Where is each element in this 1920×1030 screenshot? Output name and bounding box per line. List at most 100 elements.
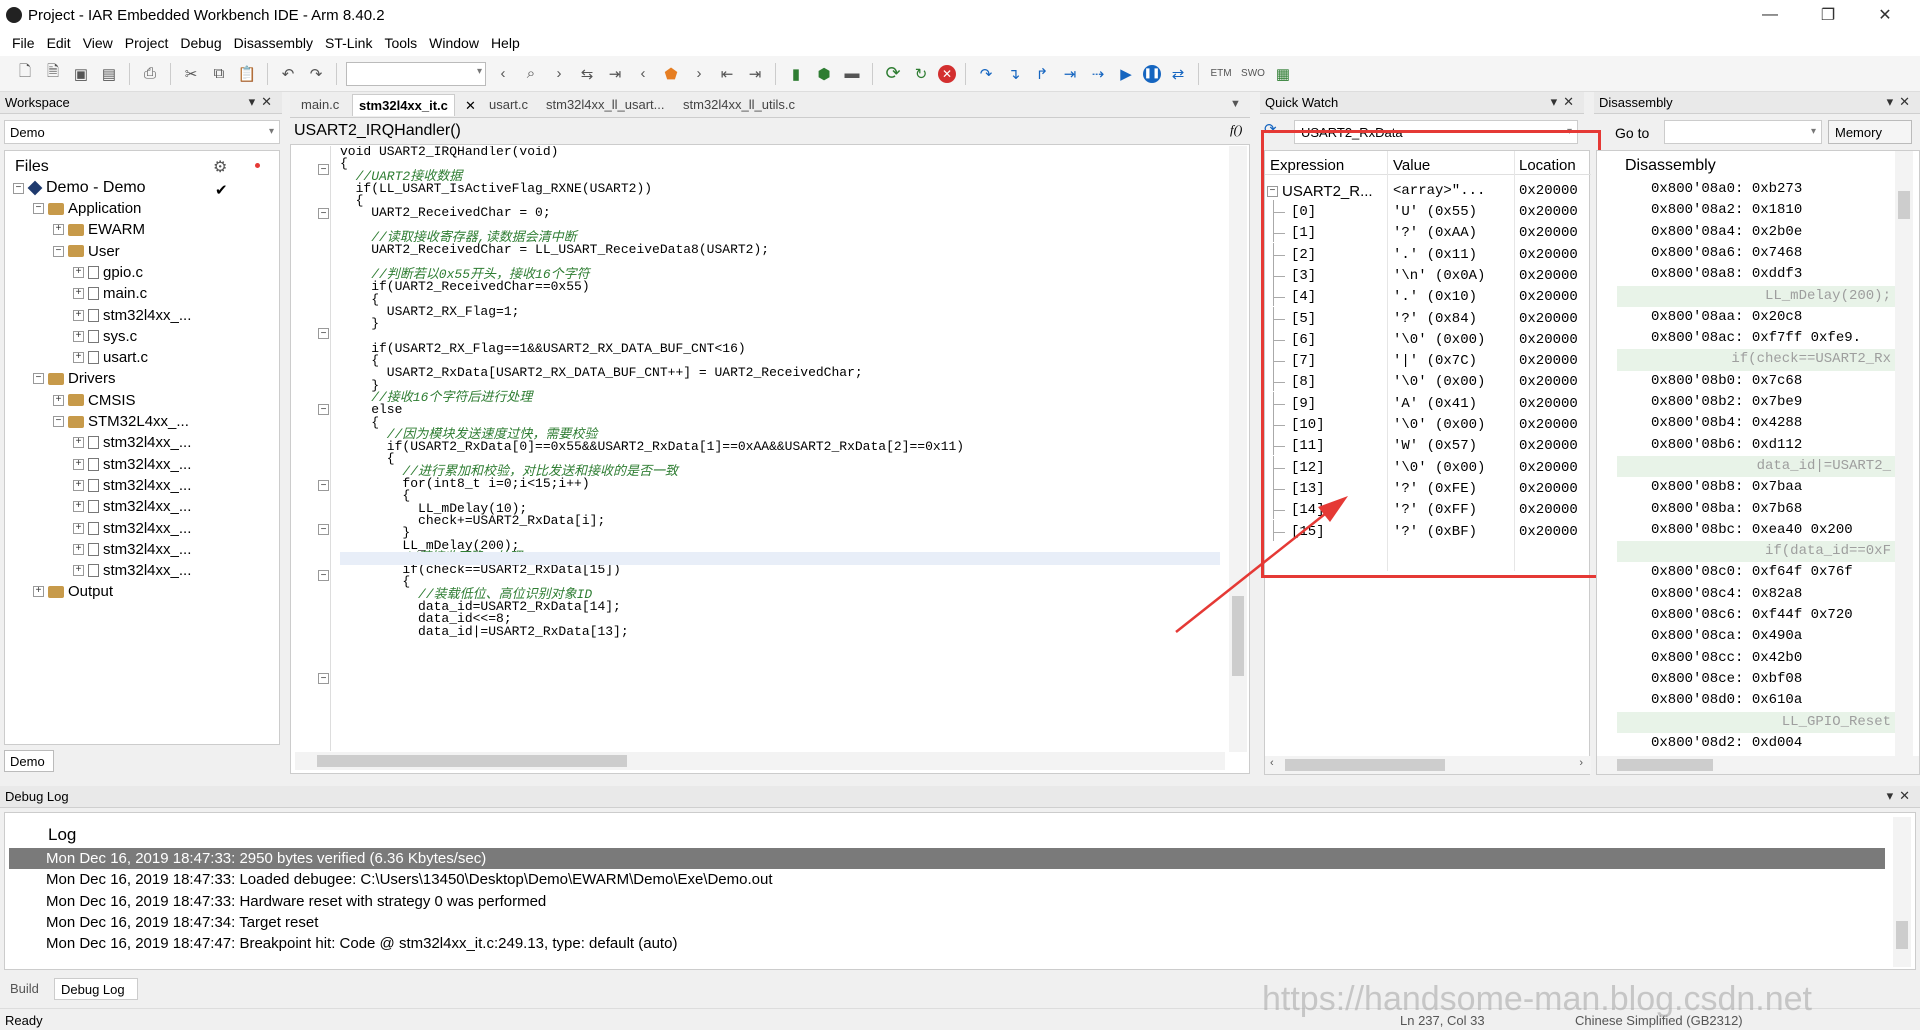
fold-toggle[interactable]: − bbox=[318, 164, 329, 175]
replace-icon[interactable]: ⇆ bbox=[576, 63, 598, 85]
expand-toggle-icon[interactable]: + bbox=[73, 330, 84, 342]
log-line[interactable]: Mon Dec 16, 2019 18:47:47: Breakpoint hi… bbox=[9, 933, 1885, 954]
tree-item[interactable]: + stm32l4xx_... bbox=[73, 498, 191, 515]
stop-build-icon[interactable]: ▬ bbox=[841, 63, 863, 85]
disassembly-row[interactable]: 0x800'08ca: 0x490a bbox=[1617, 626, 1895, 647]
close-button[interactable]: ✕ bbox=[1862, 0, 1908, 30]
expand-toggle-icon[interactable]: + bbox=[73, 309, 84, 321]
expand-toggle-icon[interactable]: + bbox=[73, 565, 84, 577]
editor-vscroll[interactable] bbox=[1229, 146, 1247, 752]
redo-icon[interactable]: ↷ bbox=[305, 63, 327, 85]
expand-toggle-icon[interactable]: + bbox=[33, 586, 44, 598]
expand-toggle-icon[interactable]: + bbox=[73, 437, 84, 449]
expand-toggle-icon[interactable]: − bbox=[33, 373, 44, 385]
tree-item[interactable]: + stm32l4xx_... bbox=[73, 477, 191, 494]
disassembly-row[interactable]: 0x800'08ac: 0xf7ff 0xfe9. bbox=[1617, 328, 1895, 349]
disassembly-row[interactable]: 0x800'08a0: 0xb273 bbox=[1617, 179, 1895, 200]
menu-file[interactable]: File bbox=[12, 35, 35, 51]
disassembly-row[interactable]: 0x800'08c0: 0xf64f 0x76f bbox=[1617, 562, 1895, 583]
tab-list-icon[interactable]: ▼ bbox=[1230, 98, 1241, 110]
log-line[interactable]: Mon Dec 16, 2019 18:47:34: Target reset bbox=[9, 912, 1885, 933]
print-icon[interactable]: ⎙ bbox=[139, 63, 161, 85]
expand-toggle-icon[interactable]: + bbox=[73, 479, 84, 491]
log-line[interactable]: Mon Dec 16, 2019 18:47:33: Loaded debuge… bbox=[9, 869, 1885, 890]
reset-target-icon[interactable]: ⇄ bbox=[1167, 63, 1189, 85]
minimize-button[interactable]: — bbox=[1747, 0, 1793, 30]
tab-usart-c[interactable]: usart.c bbox=[483, 94, 534, 116]
memory-button[interactable]: Memory bbox=[1828, 120, 1912, 144]
tree-root[interactable]: − Demo - Demo bbox=[13, 179, 146, 197]
workspace-tab[interactable]: Demo bbox=[4, 750, 54, 772]
tree-item[interactable]: − STM32L4xx_... bbox=[53, 413, 189, 430]
step-over-icon[interactable]: ↷ bbox=[975, 63, 997, 85]
tree-item[interactable]: + stm32l4xx_... bbox=[73, 562, 191, 579]
disassembly-row[interactable]: 0x800'08aa: 0x20c8 bbox=[1617, 307, 1895, 328]
download-debug-icon[interactable]: ⟳ bbox=[882, 63, 904, 85]
menu-window[interactable]: Window bbox=[429, 35, 479, 51]
reset-icon[interactable]: ↻ bbox=[910, 63, 932, 85]
expand-toggle-icon[interactable]: + bbox=[73, 543, 84, 555]
step-out-icon[interactable]: ↱ bbox=[1031, 63, 1053, 85]
close-tab-icon[interactable]: ✕ bbox=[465, 98, 476, 114]
disassembly-hscroll[interactable] bbox=[1597, 756, 1919, 774]
power-log-icon[interactable]: ▦ bbox=[1272, 63, 1294, 85]
expand-toggle-icon[interactable]: + bbox=[73, 288, 84, 300]
debuglog-panel-buttons[interactable]: ▾✕ bbox=[1887, 788, 1916, 804]
function-list-icon[interactable]: f() bbox=[1230, 122, 1242, 138]
stop-debug-icon[interactable]: ✕ bbox=[938, 64, 956, 83]
tree-item[interactable]: + Output bbox=[33, 583, 113, 600]
disassembly-row[interactable]: 0x800'08bc: 0xea40 0x200 bbox=[1617, 520, 1895, 541]
expand-toggle-icon[interactable]: + bbox=[53, 224, 64, 236]
expand-toggle-icon[interactable]: + bbox=[73, 266, 84, 278]
tree-item[interactable]: + stm32l4xx_... bbox=[73, 307, 191, 324]
find-icon[interactable]: ⌕ bbox=[520, 63, 542, 85]
disassembly-row[interactable]: 0x800'08c6: 0xf44f 0x720 bbox=[1617, 605, 1895, 626]
fold-toggle[interactable]: − bbox=[318, 480, 329, 491]
debuglog-view[interactable]: Log Mon Dec 16, 2019 18:47:33: 2950 byte… bbox=[4, 812, 1916, 970]
log-line[interactable]: Mon Dec 16, 2019 18:47:33: 2950 bytes ve… bbox=[9, 848, 1885, 869]
tree-item[interactable]: − Application bbox=[33, 200, 141, 217]
find-combo[interactable]: ▾ bbox=[346, 61, 486, 86]
disassembly-row[interactable]: 0x800'08b6: 0xd112 bbox=[1617, 435, 1895, 456]
quickwatch-panel-buttons[interactable]: ▾✕ bbox=[1551, 94, 1580, 110]
prev-bookmark-icon[interactable]: ⇤ bbox=[716, 63, 738, 85]
disassembly-row[interactable]: 0x800'08ba: 0x7b68 bbox=[1617, 499, 1895, 520]
nav-forward-icon[interactable]: › bbox=[688, 63, 710, 85]
disassembly-vscroll[interactable] bbox=[1895, 151, 1913, 756]
disassembly-row[interactable]: 0x800'08b4: 0x4288 bbox=[1617, 413, 1895, 434]
save-all-icon[interactable]: ▤ bbox=[98, 63, 120, 85]
nav-back-icon[interactable]: ‹ bbox=[632, 63, 654, 85]
fold-toggle[interactable]: − bbox=[318, 524, 329, 535]
tab-build[interactable]: Build bbox=[4, 978, 52, 1000]
expand-toggle-icon[interactable]: − bbox=[53, 416, 64, 427]
expand-toggle-icon[interactable]: − bbox=[33, 203, 44, 214]
tab-stm32l4xx-it-c[interactable]: stm32l4xx_it.c bbox=[352, 94, 455, 116]
disassembly-row[interactable]: 0x800'08cc: 0x42b0 bbox=[1617, 648, 1895, 669]
menu-tools[interactable]: Tools bbox=[384, 35, 417, 51]
disassembly-source-line[interactable]: data_id|=USART2_ bbox=[1617, 455, 1895, 478]
tree-item[interactable]: + stm32l4xx_... bbox=[73, 520, 191, 537]
tree-item[interactable]: + sys.c bbox=[73, 328, 137, 345]
fold-toggle[interactable]: − bbox=[318, 673, 329, 684]
disassembly-row[interactable]: 0x800'08a2: 0x1810 bbox=[1617, 200, 1895, 221]
find-next-icon[interactable]: › bbox=[548, 63, 570, 85]
tab-ll-utils[interactable]: stm32l4xx_ll_utils.c bbox=[677, 94, 801, 116]
find-prev-icon[interactable]: ‹ bbox=[492, 63, 514, 85]
etm-icon[interactable]: ETM bbox=[1208, 63, 1234, 85]
menu-help[interactable]: Help bbox=[491, 35, 520, 51]
disassembly-panel-buttons[interactable]: ▾✕ bbox=[1887, 94, 1916, 110]
expand-toggle-icon[interactable]: + bbox=[73, 501, 84, 513]
debuglog-vscroll[interactable] bbox=[1893, 817, 1911, 967]
log-line[interactable]: Mon Dec 16, 2019 18:47:33: Hardware rese… bbox=[9, 891, 1885, 912]
next-statement-icon[interactable]: ⇥ bbox=[1059, 63, 1081, 85]
tree-item[interactable]: + stm32l4xx_... bbox=[73, 541, 191, 558]
gear-icon[interactable]: ⚙ bbox=[213, 157, 227, 177]
disassembly-source-line[interactable]: if(check==USART2_Rx bbox=[1617, 349, 1895, 371]
tree-item[interactable]: + main.c bbox=[73, 285, 147, 302]
step-into-icon[interactable]: ↴ bbox=[1003, 63, 1025, 85]
break-icon[interactable]: ❚❚ bbox=[1143, 64, 1161, 83]
copy-icon[interactable]: ⧉ bbox=[208, 63, 230, 85]
go-icon[interactable]: ▶ bbox=[1115, 63, 1137, 85]
tree-item[interactable]: + stm32l4xx_... bbox=[73, 456, 191, 473]
expand-toggle-icon[interactable]: + bbox=[53, 394, 64, 406]
